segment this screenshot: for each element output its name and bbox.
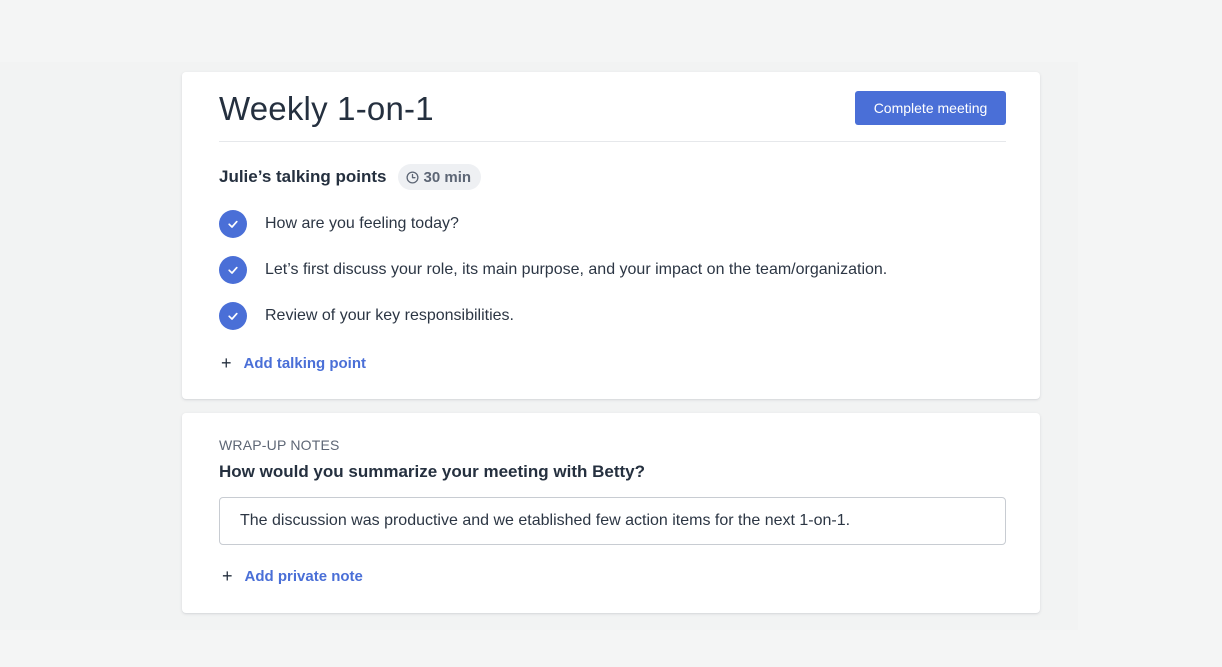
check-icon[interactable]	[219, 210, 247, 238]
add-private-note-button[interactable]: + Add private note	[222, 567, 363, 585]
talking-point-text: Let’s first discuss your role, its main …	[265, 261, 888, 278]
plus-icon: +	[221, 353, 232, 373]
duration-text: 30 min	[423, 168, 472, 186]
add-talking-point-label: Add talking point	[243, 354, 366, 372]
talking-point-text: How are you feeling today?	[265, 215, 459, 232]
meeting-card: Weekly 1-on-1 Complete meeting Julie’s t…	[182, 72, 1040, 399]
wrap-up-card: WRAP-UP NOTES How would you summarize yo…	[182, 413, 1040, 613]
talking-point-item: Review of your key responsibilities.	[219, 302, 1009, 330]
plus-icon: +	[222, 566, 233, 586]
wrap-up-question: How would you summarize your meeting wit…	[219, 462, 645, 481]
wrap-up-label: WRAP-UP NOTES	[219, 437, 340, 453]
check-icon[interactable]	[219, 302, 247, 330]
talking-point-text: Review of your key responsibilities.	[265, 307, 514, 324]
complete-meeting-button[interactable]: Complete meeting	[855, 91, 1006, 125]
header-divider	[219, 141, 1006, 142]
meeting-summary-input[interactable]	[219, 497, 1006, 545]
talking-point-item: Let’s first discuss your role, its main …	[219, 256, 1009, 284]
talking-point-item: How are you feeling today?	[219, 210, 1009, 238]
add-talking-point-button[interactable]: + Add talking point	[221, 354, 366, 372]
duration-badge: 30 min	[397, 164, 482, 190]
clock-icon	[405, 170, 419, 184]
talking-points-heading: Julie’s talking points 30 min	[219, 164, 482, 190]
talking-points-title: Julie’s talking points	[219, 167, 387, 186]
check-icon[interactable]	[219, 256, 247, 284]
talking-points-list: How are you feeling today? Let’s first d…	[219, 210, 1009, 348]
add-private-note-label: Add private note	[244, 567, 363, 585]
meeting-title: Weekly 1-on-1	[219, 90, 434, 127]
